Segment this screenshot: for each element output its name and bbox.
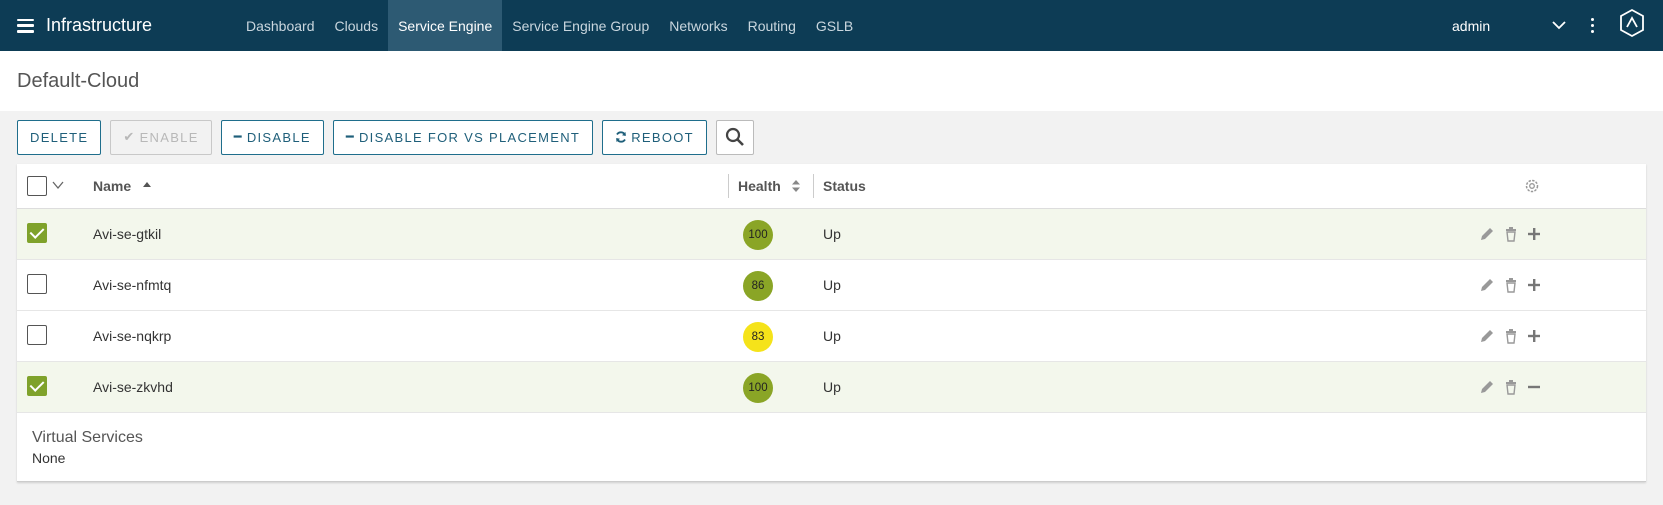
column-header-status[interactable]: Status xyxy=(823,178,866,194)
table-row[interactable]: Avi-se-gtkil 100 Up xyxy=(17,209,1646,260)
user-menu[interactable]: admin xyxy=(1452,0,1490,51)
plus-icon[interactable] xyxy=(1526,226,1542,242)
trash-icon[interactable] xyxy=(1503,328,1519,344)
disable-button[interactable]: ━ DISABLE xyxy=(220,119,324,155)
chevron-down-icon[interactable] xyxy=(1548,14,1570,36)
column-divider[interactable] xyxy=(728,174,729,198)
row-status: Up xyxy=(823,328,841,344)
tab-routing[interactable]: Routing xyxy=(738,0,806,51)
app-title[interactable]: Infrastructure xyxy=(46,15,236,36)
hamburger-menu-icon[interactable] xyxy=(17,18,34,33)
enable-button[interactable]: ✔ ENABLE xyxy=(110,119,212,155)
health-score-badge[interactable]: 100 xyxy=(743,373,773,403)
health-score-badge[interactable]: 100 xyxy=(743,220,773,250)
row-name[interactable]: Avi-se-zkvhd xyxy=(93,379,173,395)
pencil-icon[interactable] xyxy=(1479,379,1495,395)
check-icon: ✔ xyxy=(123,129,136,144)
collapse-minus-icon[interactable] xyxy=(1526,379,1542,395)
delete-button-label: DELETE xyxy=(30,129,89,145)
plus-icon[interactable] xyxy=(1526,328,1542,344)
plus-icon[interactable] xyxy=(1526,277,1542,293)
disable-button-label: DISABLE xyxy=(246,129,311,145)
column-header-name[interactable]: Name xyxy=(93,178,153,194)
health-score-badge[interactable]: 86 xyxy=(743,271,773,301)
reboot-button-label: REBOOT xyxy=(631,129,694,145)
disable-for-vs-placement-label: DISABLE FOR VS PLACEMENT xyxy=(358,129,581,145)
minus-icon: ━ xyxy=(345,129,355,144)
tab-networks[interactable]: Networks xyxy=(659,0,737,51)
refresh-icon xyxy=(616,131,627,143)
avi-logo-icon[interactable] xyxy=(1619,8,1645,38)
row-name[interactable]: Avi-se-gtkil xyxy=(93,226,161,242)
table-header: Name Health Status xyxy=(17,164,1646,209)
row-status: Up xyxy=(823,379,841,395)
tab-service-engine-group[interactable]: Service Engine Group xyxy=(502,0,659,51)
minus-icon: ━ xyxy=(233,129,243,144)
kebab-menu-icon[interactable] xyxy=(1588,13,1596,37)
tab-gslb[interactable]: GSLB xyxy=(806,0,863,51)
search-button[interactable] xyxy=(715,119,754,155)
delete-button[interactable]: DELETE xyxy=(17,119,102,155)
table-row[interactable]: Avi-se-nfmtq 86 Up xyxy=(17,260,1646,311)
health-score-badge[interactable]: 83 xyxy=(743,322,773,352)
reboot-button[interactable]: REBOOT xyxy=(602,119,707,155)
column-divider[interactable] xyxy=(813,174,814,198)
row-status: Up xyxy=(823,277,841,293)
gear-icon[interactable] xyxy=(1523,177,1541,195)
column-header-health-label: Health xyxy=(738,178,781,194)
sort-icon xyxy=(791,180,800,192)
main-nav: Dashboard Clouds Service Engine Service … xyxy=(236,0,863,51)
row-name[interactable]: Avi-se-nfmtq xyxy=(93,277,171,293)
select-all-checkbox[interactable] xyxy=(27,176,47,196)
row-status: Up xyxy=(823,226,841,242)
tab-dashboard[interactable]: Dashboard xyxy=(236,0,325,51)
column-header-health[interactable]: Health xyxy=(738,178,801,194)
trash-icon[interactable] xyxy=(1503,277,1519,293)
row-checkbox[interactable] xyxy=(27,274,47,294)
trash-icon[interactable] xyxy=(1503,226,1519,242)
row-checkbox[interactable] xyxy=(27,223,47,243)
pencil-icon[interactable] xyxy=(1479,328,1495,344)
search-icon xyxy=(725,127,744,146)
row-checkbox[interactable] xyxy=(27,325,47,345)
page-header: Default-Cloud xyxy=(0,51,1663,111)
virtual-services-value: None xyxy=(32,450,66,466)
disable-for-vs-placement-button[interactable]: ━ DISABLE FOR VS PLACEMENT xyxy=(332,119,594,155)
main-content: DELETE ✔ ENABLE ━ DISABLE ━ DISABLE FOR VS … xyxy=(0,111,1663,482)
sort-asc-icon xyxy=(143,182,152,187)
enable-button-label: ENABLE xyxy=(139,129,199,145)
toolbar: DELETE ✔ ENABLE ━ DISABLE ━ DISABLE FOR VS … xyxy=(17,119,1646,155)
trash-icon[interactable] xyxy=(1503,379,1519,395)
pencil-icon[interactable] xyxy=(1479,226,1495,242)
row-name[interactable]: Avi-se-nqkrp xyxy=(93,328,171,344)
row-expanded-panel: Virtual Services None xyxy=(17,413,1646,481)
row-checkbox[interactable] xyxy=(27,376,47,396)
tab-clouds[interactable]: Clouds xyxy=(325,0,389,51)
pencil-icon[interactable] xyxy=(1479,277,1495,293)
virtual-services-title: Virtual Services xyxy=(32,429,143,446)
page-title: Default-Cloud xyxy=(17,69,140,92)
service-engine-table: Name Health Status Avi-se-gtkil 100 Up A… xyxy=(17,164,1646,482)
table-row[interactable]: Avi-se-nqkrp 83 Up xyxy=(17,311,1646,362)
table-row[interactable]: Avi-se-zkvhd 100 Up xyxy=(17,362,1646,413)
column-header-name-label: Name xyxy=(93,178,132,194)
tab-service-engine[interactable]: Service Engine xyxy=(388,0,503,51)
top-nav-bar: Infrastructure Dashboard Clouds Service … xyxy=(0,0,1663,51)
chevron-down-icon[interactable] xyxy=(51,178,65,192)
